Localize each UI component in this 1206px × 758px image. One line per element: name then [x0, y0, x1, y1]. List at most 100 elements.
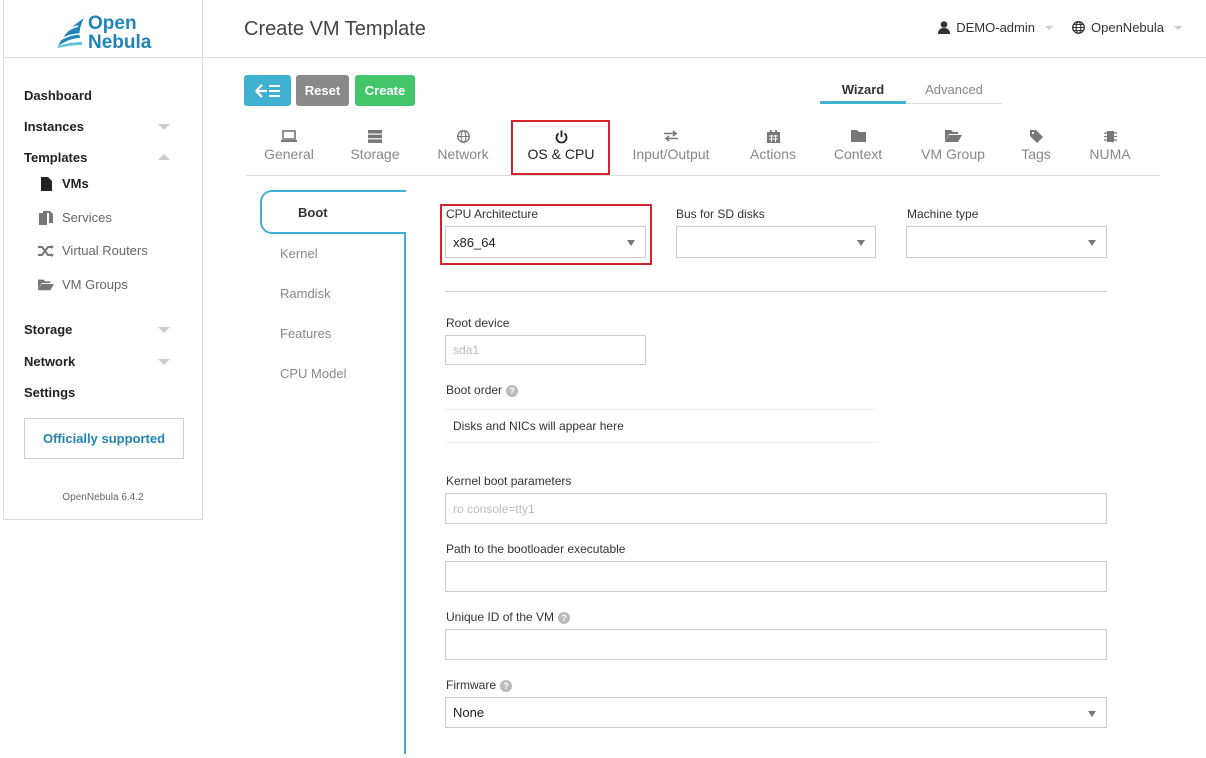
tab-label: Context — [833, 146, 883, 162]
folder-open-icon — [920, 130, 986, 144]
create-button[interactable]: Create — [355, 75, 415, 106]
bootloader-path-input[interactable] — [445, 561, 1107, 592]
header: Create VM Template DEMO-admin OpenNebula — [203, 0, 1206, 58]
page-title: Create VM Template — [244, 18, 426, 40]
tab-context[interactable]: Context — [833, 130, 883, 162]
reset-button[interactable]: Reset — [296, 75, 349, 106]
chevron-down-icon — [1174, 25, 1182, 30]
bus-sd-disks-label: Bus for SD disks — [676, 207, 765, 221]
highlight-box-os-cpu — [511, 120, 610, 175]
tab-label: Input/Output — [632, 146, 710, 162]
unique-id-label: Unique ID of the VM? — [446, 610, 571, 624]
help-icon[interactable]: ? — [558, 611, 571, 624]
firmware-label-text: Firmware — [446, 678, 496, 692]
chevron-down-icon[interactable] — [158, 124, 170, 130]
sidebar-item-instances[interactable]: Instances — [24, 119, 84, 134]
firmware-label: Firmware? — [446, 678, 512, 692]
boot-order-list: Disks and NICs will appear here — [445, 409, 877, 443]
bus-sd-disks-select[interactable] — [676, 226, 876, 258]
sidebar-item-vms[interactable]: VMs — [38, 176, 89, 191]
folder-open-icon — [38, 278, 54, 292]
logo-text-nebula: Nebula — [88, 32, 152, 53]
sidebar-item-network[interactable]: Network — [24, 354, 75, 369]
tab-input-output[interactable]: Input/Output — [630, 130, 712, 162]
tab-label: General — [264, 146, 314, 162]
arrow-left-list-icon — [254, 83, 280, 98]
tab-network[interactable]: Network — [435, 130, 491, 162]
chevron-up-icon[interactable] — [158, 154, 170, 160]
boot-order-label-text: Boot order — [446, 383, 503, 397]
globe-icon — [435, 130, 491, 144]
logo[interactable]: Open Nebula — [4, 0, 202, 58]
caret-down-icon — [1088, 240, 1096, 246]
chip-icon — [1086, 130, 1134, 144]
kernel-boot-parameters-label: Kernel boot parameters — [446, 474, 572, 488]
sidebar-item-services[interactable]: Services — [38, 210, 112, 225]
root-device-label: Root device — [446, 316, 510, 330]
subtab-divider — [404, 232, 406, 754]
opennebula-logo-icon — [58, 18, 84, 48]
tab-label: Actions — [750, 146, 796, 162]
template-tabs: General Storage Network OS & CPU Input/O… — [246, 120, 1160, 176]
sidebar-item-templates[interactable]: Templates — [24, 150, 87, 165]
tab-storage[interactable]: Storage — [350, 130, 400, 162]
tab-label: Tags — [1021, 146, 1051, 162]
back-button[interactable] — [244, 75, 291, 106]
sidebar-item-label: Services — [62, 210, 112, 225]
user-name: DEMO-admin — [956, 20, 1035, 35]
highlight-box-cpu-architecture — [440, 204, 652, 265]
tab-label: VM Group — [921, 146, 985, 162]
chevron-down-icon — [1045, 25, 1053, 30]
zone-menu[interactable]: OpenNebula — [1072, 20, 1182, 35]
subtab-boot[interactable]: Boot — [260, 190, 406, 234]
shuffle-icon — [38, 244, 54, 258]
tab-label: Network — [437, 146, 489, 162]
subtab-kernel[interactable]: Kernel — [280, 246, 318, 261]
calendar-icon — [748, 130, 798, 144]
tab-vm-group[interactable]: VM Group — [920, 130, 986, 162]
unique-id-input[interactable] — [445, 629, 1107, 660]
kernel-boot-parameters-input[interactable]: ro console=tty1 — [445, 493, 1107, 524]
sidebar-item-label: VMs — [62, 176, 89, 191]
officially-supported-link[interactable]: Officially supported — [24, 418, 184, 459]
tab-general[interactable]: General — [264, 130, 314, 162]
tag-icon — [1020, 130, 1052, 144]
globe-icon — [1072, 21, 1085, 34]
files-icon — [38, 210, 54, 225]
sidebar: Open Nebula Dashboard Instances Template… — [3, 0, 203, 520]
tab-label: Storage — [350, 146, 400, 162]
sidebar-item-virtual-routers[interactable]: Virtual Routers — [38, 243, 148, 258]
chevron-down-icon[interactable] — [158, 327, 170, 333]
laptop-icon — [264, 130, 314, 144]
zone-name: OpenNebula — [1091, 20, 1164, 35]
sidebar-item-dashboard[interactable]: Dashboard — [24, 88, 92, 103]
root-device-input[interactable]: sda1 — [445, 335, 646, 365]
tab-actions[interactable]: Actions — [748, 130, 798, 162]
bootloader-path-label: Path to the bootloader executable — [446, 542, 626, 556]
chevron-down-icon[interactable] — [158, 359, 170, 365]
machine-type-label: Machine type — [907, 207, 979, 221]
help-icon[interactable]: ? — [506, 384, 519, 397]
tab-tags[interactable]: Tags — [1020, 130, 1052, 162]
server-icon — [350, 130, 400, 144]
tab-numa[interactable]: NUMA — [1086, 130, 1134, 162]
sidebar-item-vm-groups[interactable]: VM Groups — [38, 277, 128, 292]
caret-down-icon — [857, 240, 865, 246]
sidebar-item-settings[interactable]: Settings — [24, 385, 75, 400]
firmware-select[interactable]: None — [445, 697, 1107, 728]
sidebar-item-storage[interactable]: Storage — [24, 322, 72, 337]
subtab-cpu-model[interactable]: CPU Model — [280, 366, 346, 381]
user-menu[interactable]: DEMO-admin — [938, 20, 1053, 35]
sidebar-item-label: VM Groups — [62, 277, 128, 292]
firmware-value: None — [453, 705, 485, 720]
tab-advanced[interactable]: Advanced — [906, 82, 1002, 104]
machine-type-select[interactable] — [906, 226, 1107, 258]
section-divider — [445, 291, 1107, 292]
subtab-features[interactable]: Features — [280, 326, 331, 341]
tab-label: NUMA — [1089, 146, 1131, 162]
tab-wizard[interactable]: Wizard — [820, 82, 906, 104]
help-icon[interactable]: ? — [500, 679, 512, 692]
exchange-icon — [630, 130, 712, 144]
version-label: OpenNebula 6.4.2 — [62, 492, 144, 503]
subtab-ramdisk[interactable]: Ramdisk — [280, 286, 331, 301]
